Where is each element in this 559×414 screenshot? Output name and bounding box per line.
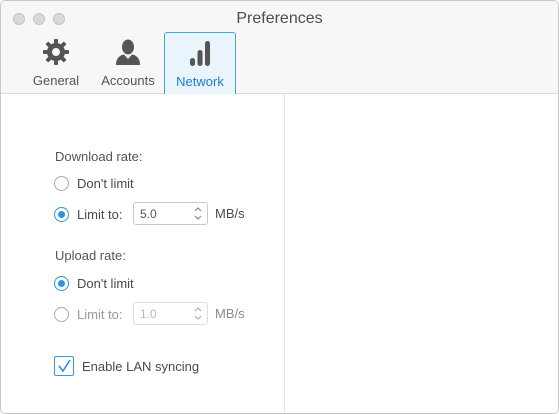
download-dont-limit-option[interactable]: Don't limit <box>54 173 134 193</box>
tab-network[interactable]: Network <box>164 32 236 94</box>
divider <box>284 94 285 413</box>
stepper-arrows-icon[interactable] <box>193 205 203 222</box>
lan-sync-option[interactable]: Enable LAN syncing <box>54 355 199 377</box>
lan-sync-checkbox[interactable] <box>54 356 74 376</box>
upload-limit-option[interactable]: Limit to: <box>54 304 123 324</box>
network-settings-panel: Download rate: Don't limit Limit to: MB/… <box>1 94 558 413</box>
upload-limit-stepper <box>133 302 208 325</box>
download-dont-limit-radio[interactable] <box>54 175 69 191</box>
tab-general-label: General <box>32 73 80 88</box>
upload-rate-label: Upload rate: <box>55 248 126 263</box>
download-rate-label: Download rate: <box>55 149 143 164</box>
download-limit-stepper[interactable] <box>133 202 208 225</box>
signal-bars-icon <box>165 39 235 67</box>
upload-limit-label: Limit to: <box>77 306 123 322</box>
tab-accounts[interactable]: Accounts <box>93 32 163 94</box>
window-title: Preferences <box>236 10 323 27</box>
upload-dont-limit-radio[interactable] <box>54 275 69 291</box>
upload-dont-limit-label: Don't limit <box>77 275 134 291</box>
download-limit-option[interactable]: Limit to: <box>54 204 123 224</box>
upload-unit-label: MB/s <box>215 306 245 321</box>
download-limit-input[interactable] <box>140 205 188 222</box>
tab-accounts-label: Accounts <box>101 73 155 88</box>
preferences-window: Preferences General Accounts Network Dow… <box>0 0 559 414</box>
download-limit-radio[interactable] <box>54 206 69 222</box>
upload-limit-input <box>140 305 188 322</box>
tab-general[interactable]: General <box>23 32 89 94</box>
lan-sync-label: Enable LAN syncing <box>82 358 200 374</box>
toolbar: Preferences General Accounts Network <box>1 1 558 94</box>
upload-dont-limit-option[interactable]: Don't limit <box>54 273 134 293</box>
stepper-arrows-icon <box>193 305 203 322</box>
download-dont-limit-label: Don't limit <box>77 175 134 191</box>
user-icon <box>93 38 163 66</box>
download-unit-label: MB/s <box>215 206 245 221</box>
tab-network-label: Network <box>176 74 224 89</box>
upload-limit-radio[interactable] <box>54 306 69 322</box>
checkmark-icon <box>58 359 71 373</box>
download-limit-label: Limit to: <box>77 206 123 222</box>
gear-icon <box>23 38 89 66</box>
